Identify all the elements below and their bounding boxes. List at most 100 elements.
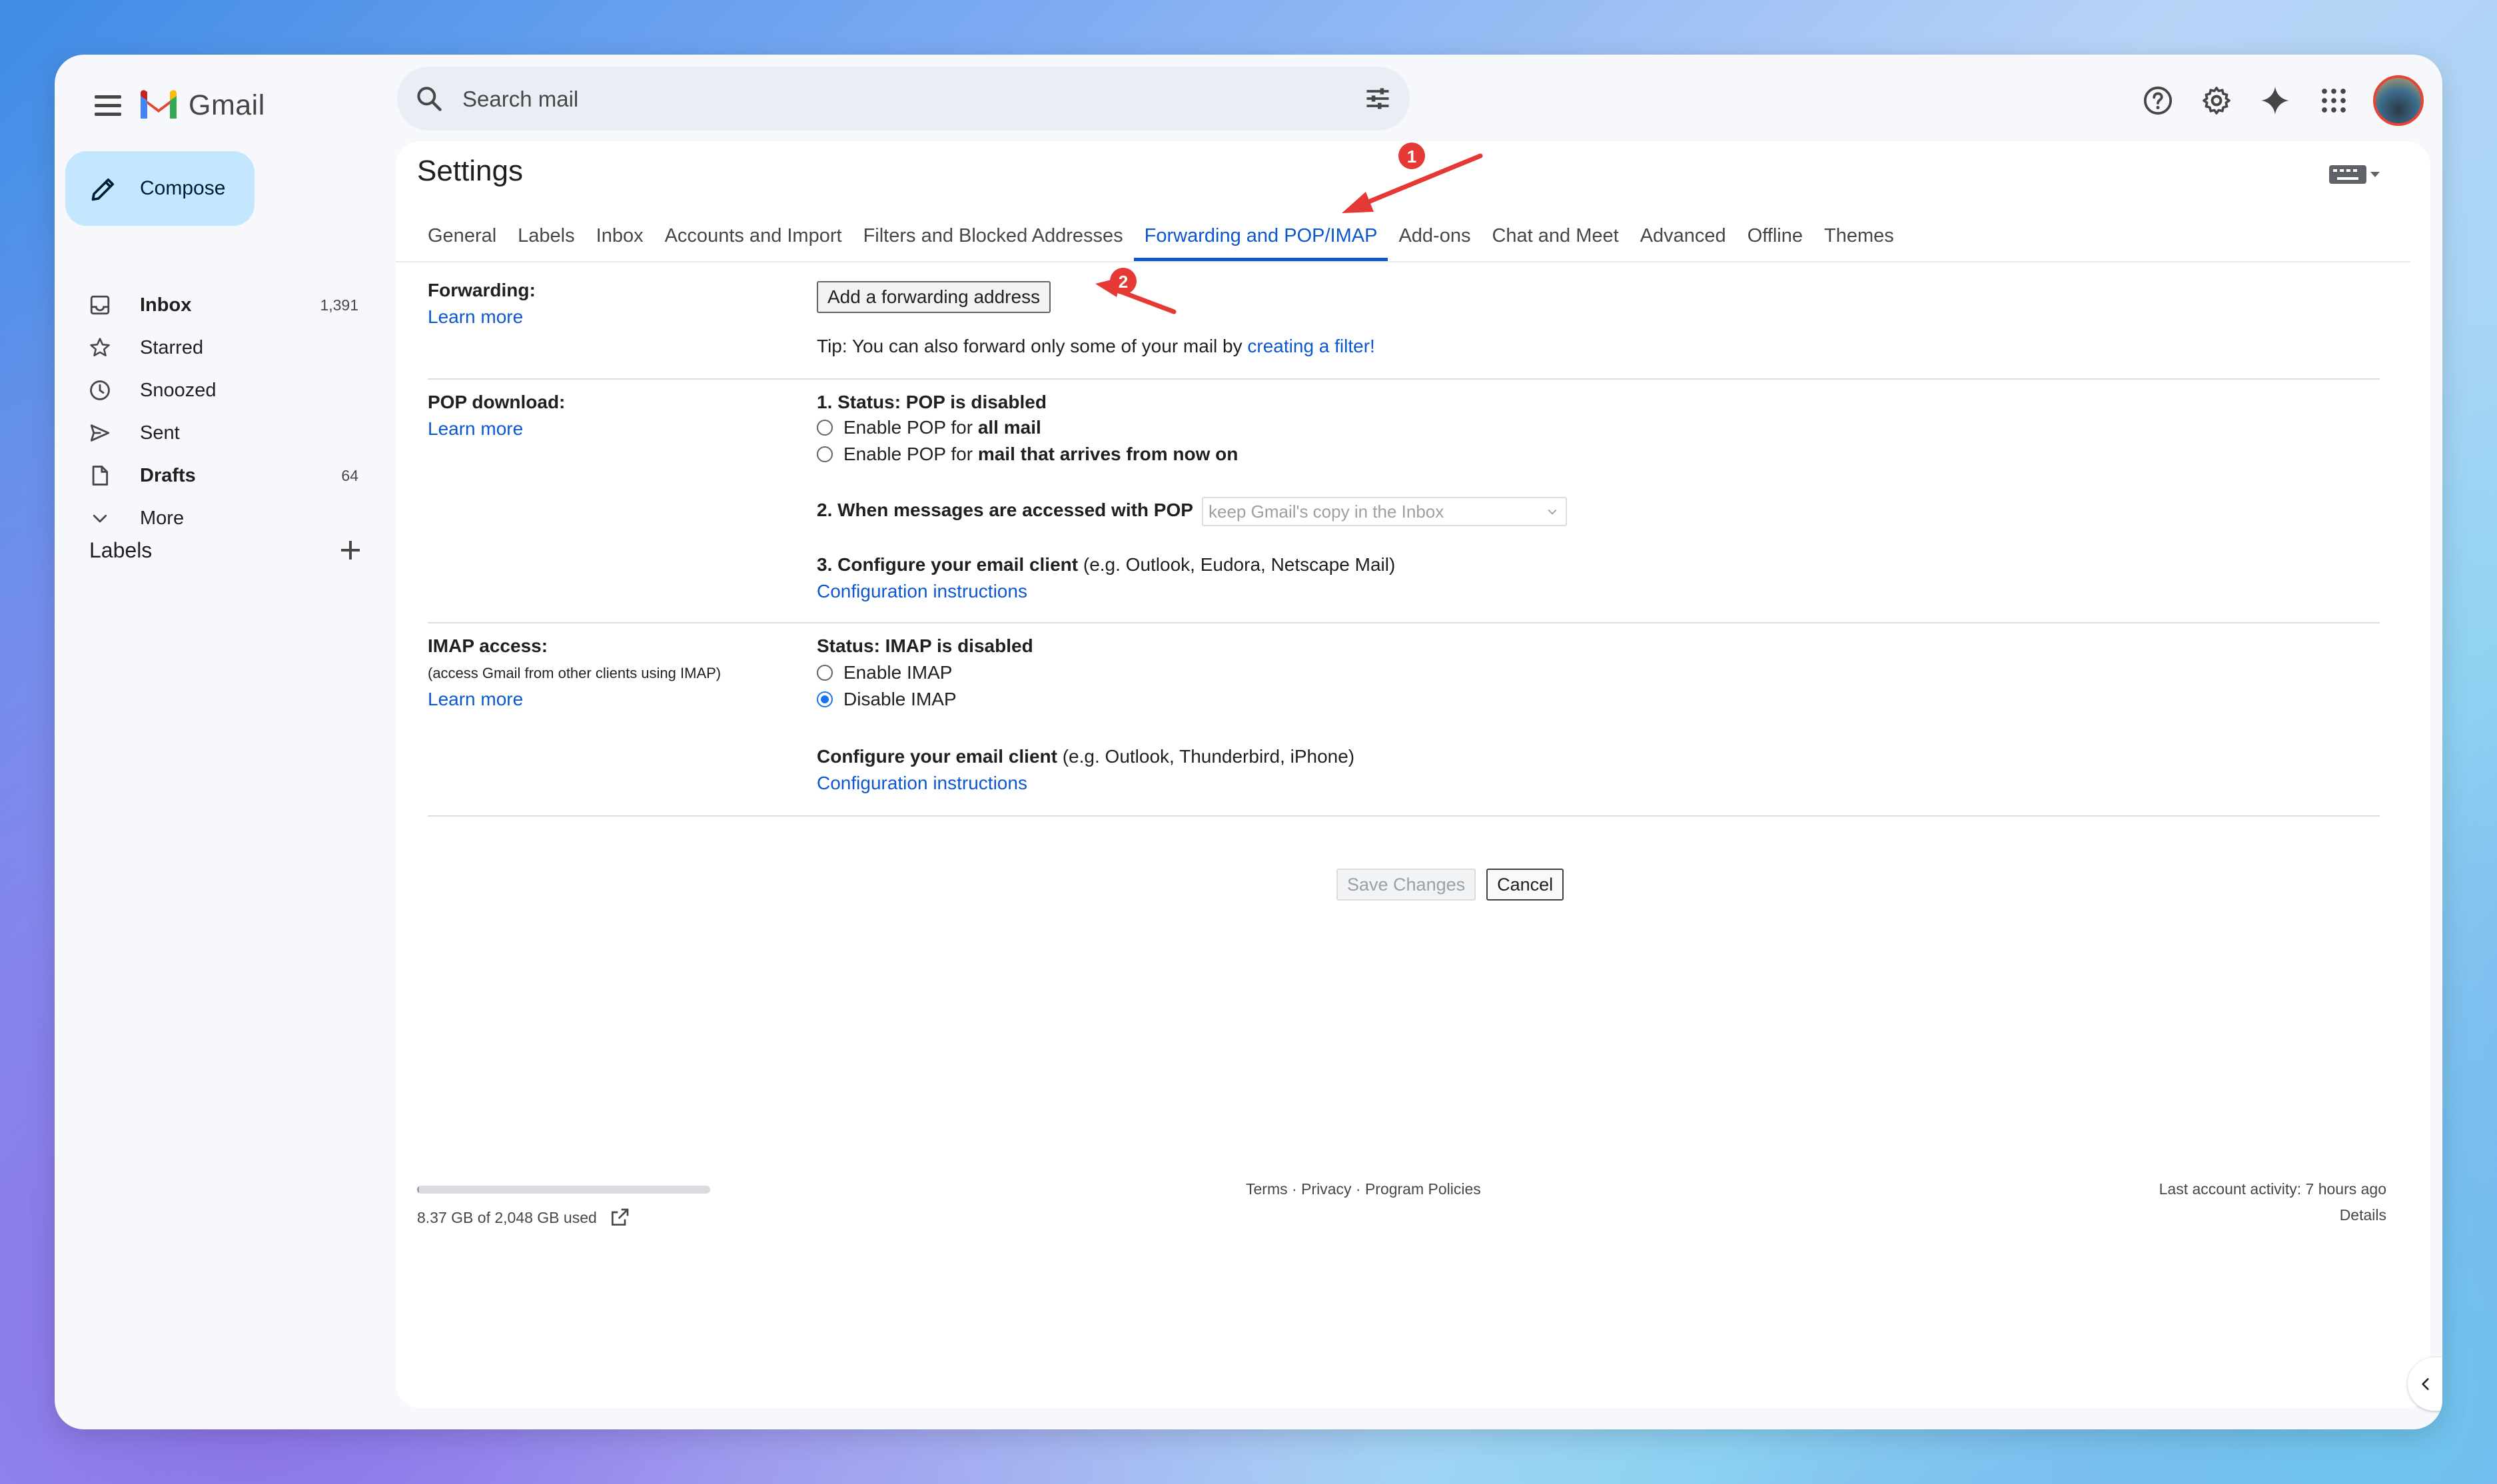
pop-step3: 3. Configure your email client (e.g. Out… [817,554,1395,575]
sidebar-item-drafts[interactable]: Drafts 64 [55,454,374,497]
storage-usage: 8.37 GB of 2,048 GB used [417,1207,630,1228]
pop-access-select[interactable]: keep Gmail's copy in the Inbox [1202,497,1567,526]
sidebar-item-starred[interactable]: Starred [55,326,374,369]
forwarding-learn-more-link[interactable]: Learn more [428,306,523,328]
imap-configure-examples: (e.g. Outlook, Thunderbird, iPhone) [1057,746,1355,767]
keyboard-input-tools-icon[interactable] [2329,161,2382,188]
open-in-new-icon[interactable] [609,1207,630,1228]
pop-step2-label: 2. When messages are accessed with POP [817,500,1193,520]
gmail-m-icon [141,90,177,119]
apps-button[interactable] [2314,81,2353,120]
tab-add-ons[interactable]: Add-ons [1388,213,1481,261]
pop-option-from-now-on[interactable]: Enable POP for mail that arrives from no… [817,444,1238,465]
imap-option-text: Enable IMAP [843,662,953,683]
tabs-divider [396,261,2410,262]
sidebar-nav: Inbox 1,391 Starred Snoozed Sent Drafts … [55,284,374,540]
drafts-count: 64 [341,466,358,484]
pop-option-emphasis: mail that arrives from now on [977,444,1239,464]
pop-option-text: Enable POP for [843,444,973,464]
chevron-down-icon [88,506,112,530]
enable-imap-radio[interactable] [817,665,833,681]
imap-access-label: IMAP access: [428,635,548,656]
search-input[interactable] [461,81,1263,117]
pop-option-text: Enable POP for [843,417,973,438]
cancel-button[interactable]: Cancel [1486,869,1564,901]
pop-option-all-mail[interactable]: Enable POP for all mail [817,417,1041,438]
tab-filters-and-blocked-addresses[interactable]: Filters and Blocked Addresses [853,213,1134,261]
header-actions [2139,71,2424,131]
gmail-window: Gmail Search mail Compose Inbox 1,391 St… [55,55,2442,1429]
imap-configuration-instructions-link[interactable]: Configuration instructions [817,773,1027,794]
tab-themes[interactable]: Themes [1813,213,1905,261]
imap-option-enable[interactable]: Enable IMAP [817,662,952,683]
storage-usage-bar [417,1186,710,1194]
unread-count: 1,391 [320,296,358,314]
add-label-icon[interactable] [334,534,366,566]
gmail-logo[interactable]: Gmail [138,81,265,129]
sidebar-item-label: Inbox [140,294,192,316]
activity-details-link[interactable]: Details [2159,1206,2386,1224]
sidebar-item-label: Drafts [140,464,196,486]
sidebar-item-label: More [140,507,185,529]
chevron-left-icon [2422,1378,2429,1390]
forwarding-label: Forwarding: [428,280,536,300]
tab-forwarding-and-pop-imap[interactable]: Forwarding and POP/IMAP [1133,213,1388,261]
star-icon [88,336,112,360]
tab-accounts-and-import[interactable]: Accounts and Import [654,213,853,261]
footer-links: Terms · Privacy · Program Policies [1246,1180,1481,1198]
footer-separator: · [1287,1180,1302,1198]
pop-step3-heading: 3. Configure your email client [817,554,1079,575]
forwarding-tip-text: Tip: You can also forward only some of y… [817,336,1248,356]
storage-usage-fill [417,1186,419,1194]
privacy-link[interactable]: Privacy [1301,1180,1351,1198]
labels-heading: Labels [89,538,153,562]
main-menu-button[interactable] [87,84,129,127]
tab-offline[interactable]: Offline [1737,213,1813,261]
save-changes-button[interactable]: Save Changes [1336,869,1476,901]
pop-access-select-value: keep Gmail's copy in the Inbox [1209,502,1444,522]
forwarding-section: Forwarding: Learn more Add a forwarding … [416,268,2380,380]
forwarding-tip: Tip: You can also forward only some of y… [817,336,1375,357]
settings-tabs: General Labels Inbox Accounts and Import… [417,213,1905,261]
pop-step3-examples: (e.g. Outlook, Eudora, Netscape Mail) [1078,554,1396,575]
imap-access-section: IMAP access: (access Gmail from other cl… [416,623,2380,817]
create-filter-link[interactable]: creating a filter! [1247,336,1374,356]
search-icon[interactable] [414,84,444,113]
pop-configuration-instructions-link[interactable]: Configuration instructions [817,581,1027,602]
sidebar-item-inbox[interactable]: Inbox 1,391 [55,284,374,326]
tab-general[interactable]: General [417,213,507,261]
tab-inbox[interactable]: Inbox [586,213,654,261]
program-policies-link[interactable]: Program Policies [1365,1180,1481,1198]
gmail-wordmark: Gmail [189,89,265,121]
search-bar[interactable] [397,67,1410,131]
support-button[interactable] [2139,81,2177,120]
pop-download-label: POP download: [428,392,566,412]
page-title: Settings [417,155,523,187]
inbox-icon [88,293,112,317]
pop-from-now-radio[interactable] [817,446,833,462]
tab-advanced[interactable]: Advanced [1630,213,1737,261]
sidebar-item-sent[interactable]: Sent [55,412,374,454]
search-options-icon[interactable] [1363,84,1392,113]
sidebar-item-snoozed[interactable]: Snoozed [55,369,374,412]
terms-link[interactable]: Terms [1246,1180,1288,1198]
account-avatar[interactable] [2373,75,2424,126]
pencil-icon [91,178,115,201]
imap-configure-heading: Configure your email client [817,746,1057,767]
imap-option-disable[interactable]: Disable IMAP [817,689,957,710]
compose-label: Compose [140,177,226,199]
disable-imap-radio[interactable] [817,691,833,707]
tab-chat-and-meet[interactable]: Chat and Meet [1481,213,1629,261]
compose-button[interactable]: Compose [65,151,254,226]
imap-learn-more-link[interactable]: Learn more [428,689,523,710]
pop-learn-more-link[interactable]: Learn more [428,418,523,440]
pop-option-emphasis: all mail [977,417,1041,438]
settings-button[interactable] [2197,81,2236,120]
send-icon [88,421,112,445]
add-forwarding-address-button[interactable]: Add a forwarding address [817,281,1051,313]
section-divider [428,815,2380,817]
tab-labels[interactable]: Labels [507,213,585,261]
gemini-button[interactable] [2256,81,2294,120]
sidebar-item-more[interactable]: More [55,497,374,540]
pop-all-mail-radio[interactable] [817,420,833,436]
